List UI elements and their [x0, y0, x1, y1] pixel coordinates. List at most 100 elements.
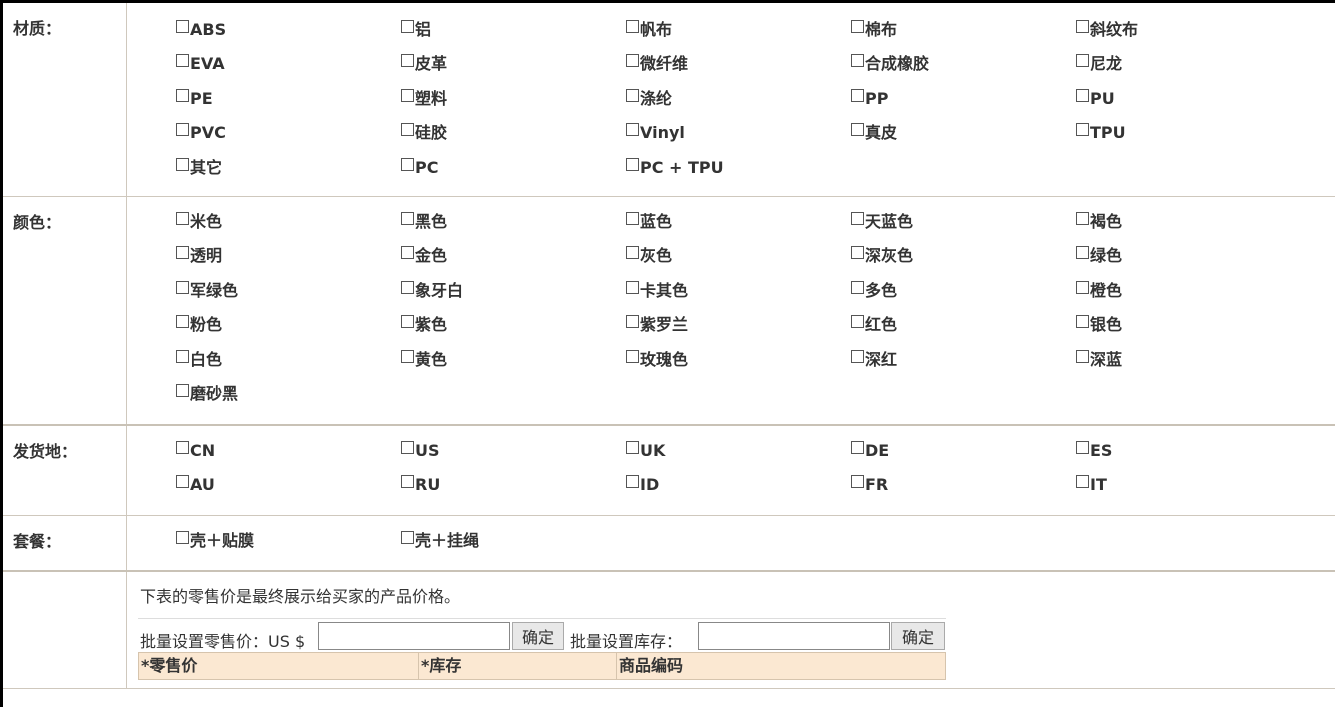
checkbox[interactable]	[176, 212, 189, 225]
option-material-10[interactable]: PE	[176, 88, 213, 110]
option-ship_from-3[interactable]: DE	[851, 440, 889, 462]
checkbox[interactable]	[626, 349, 639, 363]
checkbox[interactable]	[176, 280, 189, 294]
option-color-22[interactable]: 玫瑰色	[626, 349, 688, 371]
option-ship_from-2[interactable]: UK	[626, 440, 665, 462]
checkbox[interactable]	[1076, 349, 1089, 363]
checkbox[interactable]	[1076, 475, 1089, 489]
option-color-6[interactable]: 金色	[401, 245, 447, 267]
checkbox[interactable]	[176, 54, 189, 68]
option-color-9[interactable]: 绿色	[1076, 245, 1122, 267]
checkbox[interactable]	[626, 157, 639, 171]
option-color-1[interactable]: 黑色	[401, 211, 447, 233]
option-material-7[interactable]: 微纤维	[626, 53, 688, 75]
checkbox[interactable]	[401, 157, 414, 171]
checkbox[interactable]	[626, 212, 639, 225]
option-ship_from-8[interactable]: FR	[851, 474, 888, 496]
option-color-0[interactable]: 米色	[176, 211, 222, 233]
option-material-11[interactable]: 塑料	[401, 88, 447, 110]
option-material-5[interactable]: EVA	[176, 53, 225, 75]
checkbox[interactable]	[851, 20, 864, 33]
checkbox[interactable]	[851, 123, 864, 137]
option-material-15[interactable]: PVC	[176, 122, 226, 144]
option-material-19[interactable]: TPU	[1076, 122, 1126, 144]
checkbox[interactable]	[851, 315, 864, 329]
option-ship_from-0[interactable]: CN	[176, 440, 215, 462]
option-color-17[interactable]: 紫罗兰	[626, 314, 688, 336]
checkbox[interactable]	[1076, 212, 1089, 225]
checkbox[interactable]	[1076, 54, 1089, 68]
checkbox[interactable]	[1076, 315, 1089, 329]
option-color-18[interactable]: 红色	[851, 314, 897, 336]
checkbox[interactable]	[626, 246, 639, 260]
option-material-6[interactable]: 皮革	[401, 53, 447, 75]
checkbox[interactable]	[626, 280, 639, 294]
checkbox[interactable]	[851, 88, 864, 102]
checkbox[interactable]	[401, 20, 414, 33]
checkbox[interactable]	[851, 280, 864, 294]
option-color-7[interactable]: 灰色	[626, 245, 672, 267]
checkbox[interactable]	[626, 54, 639, 68]
option-color-13[interactable]: 多色	[851, 280, 897, 302]
option-ship_from-9[interactable]: IT	[1076, 474, 1107, 496]
checkbox[interactable]	[851, 212, 864, 225]
batch-price-input[interactable]	[318, 622, 510, 650]
option-color-24[interactable]: 深蓝	[1076, 349, 1122, 371]
option-color-2[interactable]: 蓝色	[626, 211, 672, 233]
option-color-25[interactable]: 磨砂黑	[176, 383, 238, 405]
checkbox[interactable]	[401, 280, 414, 294]
checkbox[interactable]	[851, 246, 864, 260]
checkbox[interactable]	[401, 349, 414, 363]
checkbox[interactable]	[401, 531, 414, 544]
option-color-10[interactable]: 军绿色	[176, 280, 238, 302]
checkbox[interactable]	[401, 441, 414, 454]
checkbox[interactable]	[626, 123, 639, 137]
option-ship_from-7[interactable]: ID	[626, 474, 659, 496]
option-material-12[interactable]: 涤纶	[626, 88, 672, 110]
option-material-16[interactable]: 硅胶	[401, 122, 447, 144]
checkbox[interactable]	[626, 475, 639, 489]
checkbox[interactable]	[401, 315, 414, 329]
checkbox[interactable]	[401, 475, 414, 489]
option-color-23[interactable]: 深红	[851, 349, 897, 371]
checkbox[interactable]	[851, 441, 864, 454]
option-color-16[interactable]: 紫色	[401, 314, 447, 336]
checkbox[interactable]	[626, 315, 639, 329]
option-material-20[interactable]: 其它	[176, 157, 222, 179]
option-material-1[interactable]: 铝	[401, 19, 431, 41]
checkbox[interactable]	[401, 246, 414, 260]
option-material-22[interactable]: PC + TPU	[626, 157, 724, 179]
option-material-9[interactable]: 尼龙	[1076, 53, 1122, 75]
checkbox[interactable]	[176, 88, 189, 102]
checkbox[interactable]	[851, 349, 864, 363]
checkbox[interactable]	[626, 20, 639, 33]
option-bundle-1[interactable]: 壳＋挂绳	[401, 530, 479, 552]
option-material-13[interactable]: PP	[851, 88, 888, 110]
checkbox[interactable]	[401, 123, 414, 137]
option-color-21[interactable]: 黄色	[401, 349, 447, 371]
option-ship_from-4[interactable]: ES	[1076, 440, 1112, 462]
option-material-8[interactable]: 合成橡胶	[851, 53, 929, 75]
option-material-14[interactable]: PU	[1076, 88, 1115, 110]
checkbox[interactable]	[401, 88, 414, 102]
checkbox[interactable]	[1076, 280, 1089, 294]
option-color-19[interactable]: 银色	[1076, 314, 1122, 336]
checkbox[interactable]	[176, 246, 189, 260]
checkbox[interactable]	[1076, 88, 1089, 102]
checkbox[interactable]	[176, 157, 189, 171]
checkbox[interactable]	[1076, 20, 1089, 33]
option-color-5[interactable]: 透明	[176, 245, 222, 267]
checkbox[interactable]	[1076, 123, 1089, 137]
option-material-21[interactable]: PC	[401, 157, 438, 179]
checkbox[interactable]	[626, 88, 639, 102]
checkbox[interactable]	[626, 441, 639, 454]
option-ship_from-1[interactable]: US	[401, 440, 440, 462]
option-color-3[interactable]: 天蓝色	[851, 211, 913, 233]
option-ship_from-5[interactable]: AU	[176, 474, 215, 496]
option-color-4[interactable]: 褐色	[1076, 211, 1122, 233]
option-material-2[interactable]: 帆布	[626, 19, 672, 41]
option-color-20[interactable]: 白色	[176, 349, 222, 371]
option-color-8[interactable]: 深灰色	[851, 245, 913, 267]
checkbox[interactable]	[1076, 246, 1089, 260]
option-color-11[interactable]: 象牙白	[401, 280, 463, 302]
